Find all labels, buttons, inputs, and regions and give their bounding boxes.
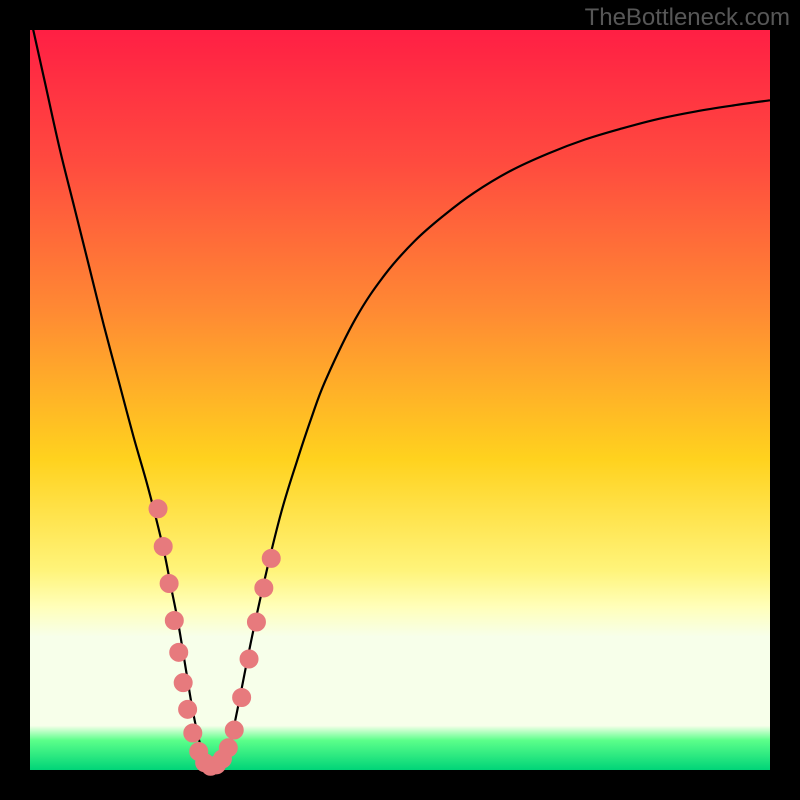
curve-marker <box>255 579 273 597</box>
watermark-text: TheBottleneck.com <box>585 4 790 32</box>
curve-marker <box>240 650 258 668</box>
curve-marker <box>165 612 183 630</box>
chart-svg <box>30 30 770 770</box>
curve-marker <box>174 674 192 692</box>
curve-marker <box>154 538 172 556</box>
bottleneck-curve <box>30 15 770 766</box>
curve-marker <box>149 500 167 518</box>
marker-group <box>149 500 280 776</box>
curve-marker <box>233 688 251 706</box>
curve-marker <box>170 643 188 661</box>
curve-marker <box>247 613 265 631</box>
curve-marker <box>179 700 197 718</box>
outer-frame: TheBottleneck.com <box>0 0 800 800</box>
curve-marker <box>219 739 237 757</box>
curve-marker <box>184 724 202 742</box>
curve-marker <box>160 575 178 593</box>
curve-marker <box>262 549 280 567</box>
curve-marker <box>225 721 243 739</box>
